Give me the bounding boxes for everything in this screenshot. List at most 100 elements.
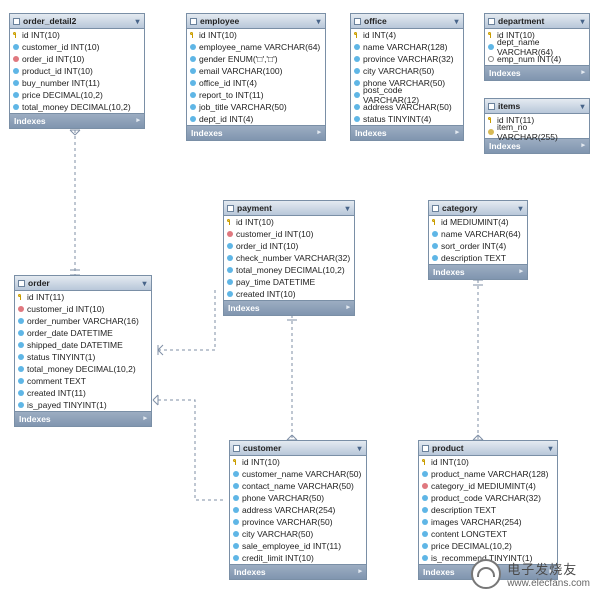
column-row[interactable]: order_id INT(10) [10, 53, 144, 65]
column-row[interactable]: id INT(4) [351, 29, 463, 41]
column-row[interactable]: province VARCHAR(32) [351, 53, 463, 65]
table-header[interactable]: payment ▾ [224, 201, 354, 216]
column-row[interactable]: report_to INT(11) [187, 89, 325, 101]
column-row[interactable]: dept_name VARCHAR(64) [485, 41, 589, 53]
column-row[interactable]: office_id INT(4) [187, 77, 325, 89]
chevron-down-icon[interactable]: ▾ [579, 103, 586, 110]
chevron-down-icon[interactable]: ▾ [579, 18, 586, 25]
column-row[interactable]: images VARCHAR(254) [419, 516, 557, 528]
column-row[interactable]: is_payed TINYINT(1) [15, 399, 151, 411]
column-row[interactable]: created INT(10) [224, 288, 354, 300]
column-row[interactable]: name VARCHAR(128) [351, 41, 463, 53]
indexes-footer[interactable]: Indexes▸ [10, 113, 144, 128]
indexes-footer[interactable]: Indexes▸ [485, 65, 589, 80]
column-row[interactable]: id INT(10) [187, 29, 325, 41]
table-header[interactable]: office ▾ [351, 14, 463, 29]
column-row[interactable]: comment TEXT [15, 375, 151, 387]
column-row[interactable]: customer_id INT(10) [10, 41, 144, 53]
table-office[interactable]: office ▾ id INT(4)name VARCHAR(128)provi… [350, 13, 464, 141]
column-row[interactable]: price DECIMAL(10,2) [10, 89, 144, 101]
table-department[interactable]: department ▾ id INT(10)dept_name VARCHAR… [484, 13, 590, 81]
column-row[interactable]: phone VARCHAR(50) [230, 492, 366, 504]
column-row[interactable]: sale_employee_id INT(11) [230, 540, 366, 552]
table-header[interactable]: department ▾ [485, 14, 589, 29]
column-row[interactable]: check_number VARCHAR(32) [224, 252, 354, 264]
column-row[interactable]: address VARCHAR(254) [230, 504, 366, 516]
chevron-down-icon[interactable]: ▾ [134, 18, 141, 25]
column-row[interactable]: email VARCHAR(100) [187, 65, 325, 77]
indexes-footer[interactable]: Indexes▸ [429, 264, 527, 279]
column-row[interactable]: status TINYINT(1) [15, 351, 151, 363]
column-row[interactable]: product_code VARCHAR(32) [419, 492, 557, 504]
column-row[interactable]: city VARCHAR(50) [230, 528, 366, 540]
table-items[interactable]: items ▾ id INT(11)item_no VARCHAR(255) I… [484, 98, 590, 154]
column-row[interactable]: price DECIMAL(10,2) [419, 540, 557, 552]
table-header[interactable]: items ▾ [485, 99, 589, 114]
table-category[interactable]: category ▾ id MEDIUMINT(4)name VARCHAR(6… [428, 200, 528, 280]
chevron-down-icon[interactable]: ▾ [547, 445, 554, 452]
table-header[interactable]: product ▾ [419, 441, 557, 456]
column-row[interactable]: customer_id INT(10) [224, 228, 354, 240]
table-payment[interactable]: payment ▾ id INT(10)customer_id INT(10)o… [223, 200, 355, 316]
column-row[interactable]: id INT(10) [10, 29, 144, 41]
column-row[interactable]: id INT(11) [15, 291, 151, 303]
column-row[interactable]: order_date DATETIME [15, 327, 151, 339]
indexes-footer[interactable]: Indexes▸ [15, 411, 151, 426]
column-row[interactable]: contact_name VARCHAR(50) [230, 480, 366, 492]
column-row[interactable]: description TEXT [419, 504, 557, 516]
column-row[interactable]: employee_name VARCHAR(64) [187, 41, 325, 53]
column-row[interactable]: customer_name VARCHAR(50) [230, 468, 366, 480]
column-row[interactable]: product_id INT(10) [10, 65, 144, 77]
column-row[interactable]: post_code VARCHAR(12) [351, 89, 463, 101]
column-row[interactable]: created INT(11) [15, 387, 151, 399]
table-order[interactable]: order ▾ id INT(11)customer_id INT(10)ord… [14, 275, 152, 427]
indexes-footer[interactable]: Indexes▸ [351, 125, 463, 140]
column-row[interactable]: sort_order INT(4) [429, 240, 527, 252]
table-employee[interactable]: employee ▾ id INT(10)employee_name VARCH… [186, 13, 326, 141]
table-icon [13, 18, 20, 25]
column-row[interactable]: job_title VARCHAR(50) [187, 101, 325, 113]
column-row[interactable]: credit_limit INT(10) [230, 552, 366, 564]
column-row[interactable]: total_money DECIMAL(10,2) [224, 264, 354, 276]
column-row[interactable]: pay_time DATETIME [224, 276, 354, 288]
column-row[interactable]: order_number VARCHAR(16) [15, 315, 151, 327]
column-row[interactable]: city VARCHAR(50) [351, 65, 463, 77]
column-row[interactable]: gender ENUM('□','□') [187, 53, 325, 65]
column-row[interactable]: content LONGTEXT [419, 528, 557, 540]
table-order-detail2[interactable]: order_detail2 ▾ id INT(10)customer_id IN… [9, 13, 145, 129]
table-customer[interactable]: customer ▾ id INT(10)customer_name VARCH… [229, 440, 367, 580]
column-row[interactable]: total_money DECIMAL(10,2) [10, 101, 144, 113]
table-header[interactable]: customer ▾ [230, 441, 366, 456]
column-row[interactable]: customer_id INT(10) [15, 303, 151, 315]
column-row[interactable]: province VARCHAR(50) [230, 516, 366, 528]
column-row[interactable]: id INT(10) [224, 216, 354, 228]
column-row[interactable]: dept_id INT(4) [187, 113, 325, 125]
table-header[interactable]: employee ▾ [187, 14, 325, 29]
table-header[interactable]: category ▾ [429, 201, 527, 216]
chevron-down-icon[interactable]: ▾ [356, 445, 363, 452]
chevron-down-icon[interactable]: ▾ [141, 280, 148, 287]
column-row[interactable]: status TINYINT(4) [351, 113, 463, 125]
column-row[interactable]: total_money DECIMAL(10,2) [15, 363, 151, 375]
chevron-down-icon[interactable]: ▾ [344, 205, 351, 212]
indexes-footer[interactable]: Indexes▸ [224, 300, 354, 315]
table-header[interactable]: order_detail2 ▾ [10, 14, 144, 29]
column-row[interactable]: buy_number INT(11) [10, 77, 144, 89]
column-row[interactable]: order_id INT(10) [224, 240, 354, 252]
table-header[interactable]: order ▾ [15, 276, 151, 291]
indexes-footer[interactable]: Indexes▸ [230, 564, 366, 579]
chevron-down-icon[interactable]: ▾ [315, 18, 322, 25]
column-row[interactable]: name VARCHAR(64) [429, 228, 527, 240]
column-row[interactable]: shipped_date DATETIME [15, 339, 151, 351]
column-row[interactable]: id INT(10) [419, 456, 557, 468]
column-row[interactable]: address VARCHAR(50) [351, 101, 463, 113]
column-row[interactable]: id INT(10) [230, 456, 366, 468]
column-row[interactable]: description TEXT [429, 252, 527, 264]
chevron-down-icon[interactable]: ▾ [453, 18, 460, 25]
indexes-footer[interactable]: Indexes▸ [187, 125, 325, 140]
column-row[interactable]: product_name VARCHAR(128) [419, 468, 557, 480]
column-row[interactable]: category_id MEDIUMINT(4) [419, 480, 557, 492]
chevron-down-icon[interactable]: ▾ [517, 205, 524, 212]
column-row[interactable]: id MEDIUMINT(4) [429, 216, 527, 228]
column-row[interactable]: item_no VARCHAR(255) [485, 126, 589, 138]
